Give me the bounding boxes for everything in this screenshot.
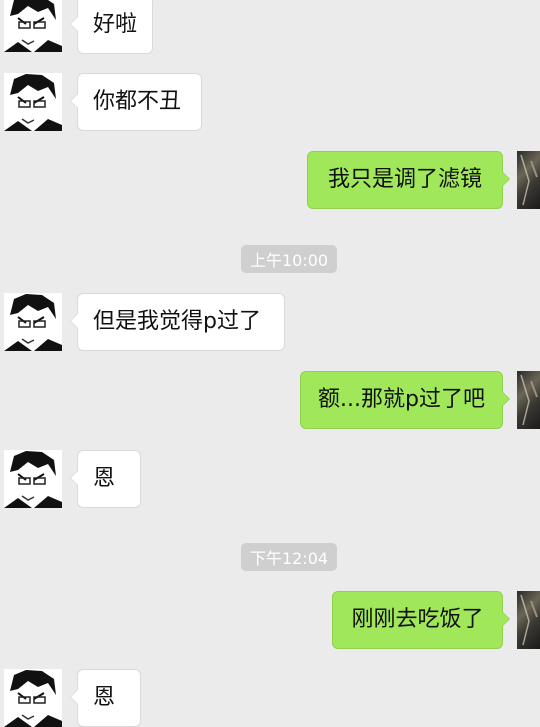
avatar-illustration-icon (4, 73, 62, 131)
avatar[interactable] (4, 669, 62, 727)
message-bubble-incoming[interactable]: 你都不丑 (70, 73, 202, 131)
message-bubble-outgoing[interactable]: 我只是调了滤镜 (307, 151, 510, 209)
message-bubble-incoming[interactable]: 但是我觉得p过了 (70, 293, 285, 351)
avatar[interactable] (517, 591, 540, 649)
avatar-illustration-icon (4, 669, 62, 727)
message-bubble-outgoing[interactable]: 刚刚去吃饭了 (332, 591, 510, 649)
avatar-illustration-icon (4, 0, 62, 52)
message-bubble-incoming[interactable]: 恩 (70, 669, 141, 727)
avatar[interactable] (4, 0, 62, 52)
avatar[interactable] (4, 293, 62, 351)
avatar[interactable] (4, 450, 62, 508)
avatar-photo-icon (520, 154, 538, 206)
message-bubble-incoming[interactable]: 好啦 (70, 0, 153, 54)
avatar[interactable] (517, 151, 540, 209)
message-bubble-outgoing[interactable]: 额...那就p过了吧 (300, 371, 510, 429)
avatar-photo-icon (520, 594, 538, 646)
message-bubble-incoming[interactable]: 恩 (70, 450, 141, 508)
avatar-illustration-icon (4, 293, 62, 351)
avatar[interactable] (4, 73, 62, 131)
avatar-photo-icon (520, 374, 538, 426)
avatar-illustration-icon (4, 450, 62, 508)
timestamp-label: 下午12:04 (241, 543, 337, 571)
timestamp-label: 上午10:00 (241, 245, 337, 273)
avatar[interactable] (517, 371, 540, 429)
